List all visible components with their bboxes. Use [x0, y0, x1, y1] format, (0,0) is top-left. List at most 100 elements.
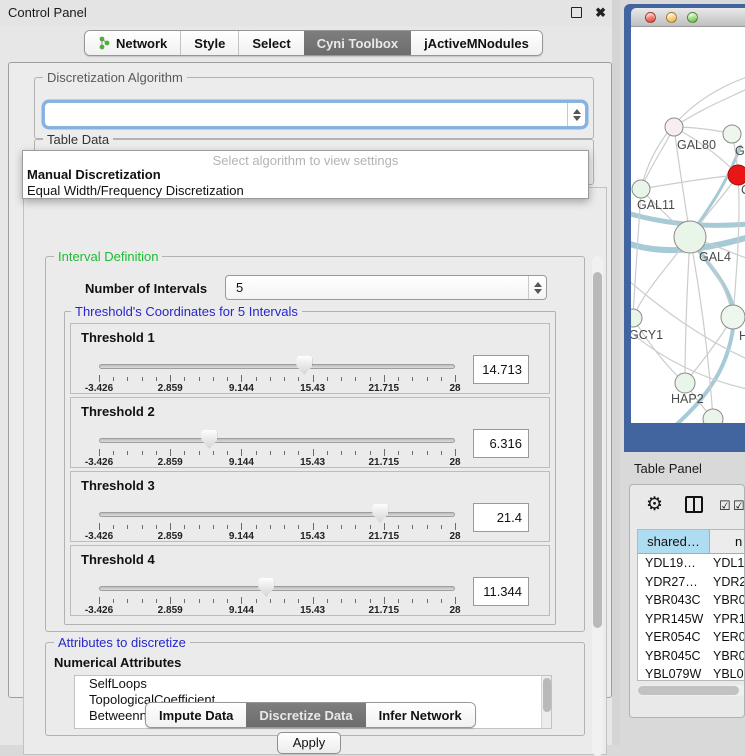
slider-thumb[interactable] — [201, 430, 217, 449]
network-edge[interactable] — [685, 237, 690, 383]
stepper-down-icon — [534, 289, 542, 294]
column-header-name[interactable]: n — [710, 530, 745, 553]
dropdown-option-equal-width-frequency[interactable]: Equal Width/Frequency Discretization — [23, 183, 588, 199]
slider-track[interactable] — [99, 438, 455, 443]
network-node[interactable] — [665, 118, 683, 136]
network-node[interactable] — [675, 373, 695, 393]
table-row[interactable]: YER054CYER0 — [638, 628, 745, 647]
tab-cyni-toolbox[interactable]: Cyni Toolbox — [304, 31, 411, 55]
network-node[interactable] — [721, 305, 745, 329]
slider-thumb[interactable] — [258, 578, 274, 597]
table-cell[interactable]: YBR045C — [638, 647, 710, 666]
attributes-scrollbar[interactable] — [541, 676, 551, 728]
table-cell[interactable]: YBL0 — [710, 665, 745, 681]
threshold-slider[interactable]: -3.4262.8599.14415.4321.71528 — [99, 324, 455, 395]
network-edge[interactable] — [733, 175, 739, 317]
table-row[interactable]: YBL079WYBL0 — [638, 665, 745, 681]
tab-network[interactable]: Network — [85, 31, 180, 55]
network-edge-highlighted[interactable] — [693, 145, 741, 231]
table-cell[interactable]: YBR0 — [710, 647, 745, 666]
threshold-value-field[interactable] — [473, 503, 529, 532]
table-row[interactable]: YPR145WYPR1 — [638, 610, 745, 629]
tick-mark — [298, 451, 299, 455]
close-icon[interactable]: ✖ — [595, 5, 606, 21]
network-node[interactable] — [723, 125, 741, 143]
network-node[interactable] — [631, 309, 642, 327]
float-window-icon[interactable] — [571, 7, 582, 18]
gear-icon[interactable]: ⚙ — [646, 493, 663, 516]
threshold-value-field[interactable] — [473, 355, 529, 384]
control-panel-titlebar: Control Panel ✖ — [0, 0, 620, 26]
table-row[interactable]: YDL19…YDL1 — [638, 554, 745, 573]
tick-mark — [341, 451, 342, 455]
column-header-shared-name[interactable]: shared… — [638, 530, 710, 553]
network-node[interactable] — [674, 221, 706, 253]
tick-mark — [170, 523, 171, 530]
table-row[interactable]: YDR27…YDR2 — [638, 573, 745, 592]
tick-label: 9.144 — [229, 457, 254, 468]
tab-impute-data[interactable]: Impute Data — [146, 703, 246, 727]
slider-track[interactable] — [99, 512, 455, 517]
tick-label: 28 — [449, 531, 460, 542]
close-traffic-light-icon[interactable] — [645, 12, 656, 23]
network-node[interactable] — [728, 165, 745, 185]
settings-vertical-scrollbar[interactable] — [592, 256, 603, 756]
tick-mark — [370, 377, 371, 381]
table-cell[interactable]: YDR2 — [710, 573, 745, 592]
table-cell[interactable]: YPR145W — [638, 610, 710, 629]
panel-splitter[interactable] — [612, 0, 620, 745]
table-row[interactable]: YBR045CYBR0 — [638, 647, 745, 666]
tab-style[interactable]: Style — [180, 31, 238, 55]
split-columns-icon[interactable] — [685, 496, 703, 513]
checkbox-icon[interactable]: ☑ — [719, 498, 731, 514]
tick-mark — [213, 377, 214, 381]
threshold-slider[interactable]: -3.4262.8599.14415.4321.71528 — [99, 472, 455, 543]
table-cell[interactable]: YDR27… — [638, 573, 710, 592]
network-window-titlebar[interactable] — [631, 8, 745, 27]
network-edge[interactable] — [641, 127, 674, 189]
slider-thumb[interactable] — [296, 356, 312, 375]
table-cell[interactable]: YDL19… — [638, 554, 710, 573]
table-horizontal-scrollbar[interactable] — [637, 685, 745, 696]
table-cell[interactable]: YBR0 — [710, 591, 745, 610]
table-cell[interactable]: YER054C — [638, 628, 710, 647]
tick-mark — [384, 449, 385, 456]
number-of-intervals-combobox[interactable]: 5 — [225, 275, 547, 300]
tick-mark — [370, 599, 371, 603]
network-node[interactable] — [632, 180, 650, 198]
minimize-traffic-light-icon[interactable] — [666, 12, 677, 23]
combo-stepper[interactable] — [567, 103, 585, 126]
checkbox-icon[interactable]: ☑ — [733, 498, 745, 514]
threshold-slider[interactable]: -3.4262.8599.14415.4321.71528 — [99, 398, 455, 469]
slider-track[interactable] — [99, 586, 455, 591]
tick-mark — [341, 525, 342, 529]
tick-mark — [455, 375, 456, 382]
attribute-item[interactable]: SelfLoops — [75, 676, 551, 692]
tab-label: Style — [194, 36, 225, 51]
table-cell[interactable]: YBL079W — [638, 665, 710, 681]
table-cell[interactable]: YBR043C — [638, 591, 710, 610]
table-cell[interactable]: YER0 — [710, 628, 745, 647]
tab-infer-network[interactable]: Infer Network — [366, 703, 475, 727]
tab-discretize-data[interactable]: Discretize Data — [246, 703, 365, 727]
network-node-label: GCY1 — [631, 328, 663, 342]
table-cell[interactable]: YPR1 — [710, 610, 745, 629]
node-table-body: YDL19…YDL1YDR27…YDR2YBR043CYBR0YPR145WYP… — [638, 554, 745, 681]
algorithm-combobox[interactable] — [44, 102, 586, 127]
network-canvas[interactable]: GAL80GCGAL11GAL4GCY1HHAP2 — [631, 27, 745, 423]
threshold-value-field[interactable] — [473, 429, 529, 458]
combo-stepper[interactable] — [528, 276, 546, 299]
threshold-value-field[interactable] — [473, 577, 529, 606]
table-cell[interactable]: YDL1 — [710, 554, 745, 573]
zoom-traffic-light-icon[interactable] — [687, 12, 698, 23]
tick-mark — [284, 377, 285, 381]
tab-jactivemnodules[interactable]: jActiveMNodules — [411, 31, 542, 55]
dropdown-option-manual-discretization[interactable]: Manual Discretization — [23, 167, 588, 183]
table-row[interactable]: YBR043CYBR0 — [638, 591, 745, 610]
slider-thumb[interactable] — [372, 504, 388, 523]
tab-select[interactable]: Select — [238, 31, 303, 55]
apply-button[interactable]: Apply — [277, 732, 341, 754]
slider-track[interactable] — [99, 364, 455, 369]
threshold-slider[interactable]: -3.4262.8599.14415.4321.71528 — [99, 546, 455, 617]
tick-mark — [156, 525, 157, 529]
